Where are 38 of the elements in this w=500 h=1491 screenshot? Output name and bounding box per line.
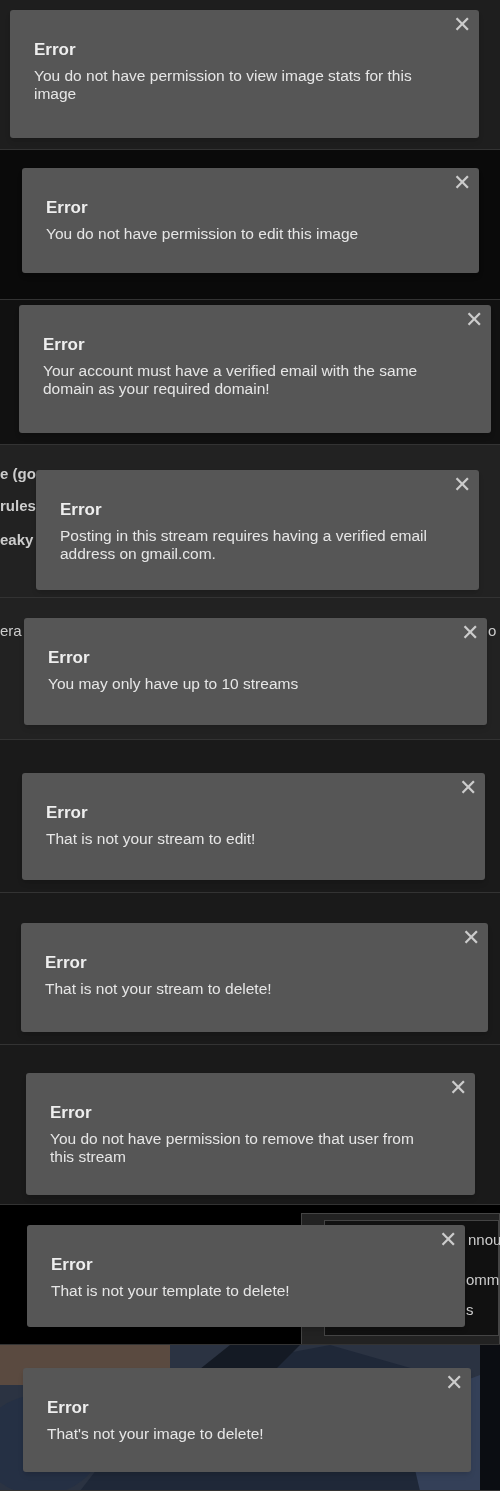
dialog-title: Error <box>47 1398 90 1418</box>
error-message: That's not your image to delete! <box>47 1425 265 1443</box>
close-button[interactable]: ✕ <box>463 307 485 333</box>
dialog-title: Error <box>45 953 88 973</box>
close-button[interactable]: ✕ <box>457 775 479 801</box>
background-text: s <box>466 1300 474 1320</box>
close-button[interactable]: ✕ <box>447 1075 469 1101</box>
error-message: That is not your stream to edit! <box>46 830 257 848</box>
error-message: Your account must have a verified email with the same domain as your required domain! <box>43 362 419 398</box>
close-button[interactable]: ✕ <box>459 620 481 646</box>
error-message: You do not have permission to remove that user from this stream <box>50 1130 415 1166</box>
dialog-title: Error <box>43 335 86 355</box>
background-text: o <box>488 621 497 641</box>
dialog-title: Error <box>51 1255 94 1275</box>
dialog-title: Error <box>50 1103 93 1123</box>
background-text: era <box>0 621 22 641</box>
error-message: That is not your stream to delete! <box>45 980 273 998</box>
dialog-title: Error <box>46 803 89 823</box>
error-message: You do not have permission to view image stats for this image <box>34 67 413 103</box>
background-text: nnou <box>468 1230 500 1250</box>
close-button[interactable]: ✕ <box>443 1370 465 1396</box>
background-text: e (go <box>0 464 36 484</box>
dialog-title: Error <box>48 648 91 668</box>
background-text: eaky <box>0 530 34 550</box>
close-button[interactable]: ✕ <box>451 170 473 196</box>
close-button[interactable]: ✕ <box>451 472 473 498</box>
error-message: Posting in this stream requires having a verified email address on gmail.com. <box>60 527 428 563</box>
error-message: You may only have up to 10 streams <box>48 675 300 693</box>
background-text: rules <box>0 496 36 516</box>
close-button[interactable]: ✕ <box>460 925 482 951</box>
background-text: omm <box>466 1270 500 1290</box>
dialog-title: Error <box>34 40 77 60</box>
error-message: You do not have permission to edit this image <box>46 225 360 243</box>
close-button[interactable]: ✕ <box>437 1227 459 1253</box>
dialog-title: Error <box>46 198 89 218</box>
dialog-title: Error <box>60 500 103 520</box>
error-message: That is not your template to delete! <box>51 1282 291 1300</box>
close-button[interactable]: ✕ <box>451 12 473 38</box>
